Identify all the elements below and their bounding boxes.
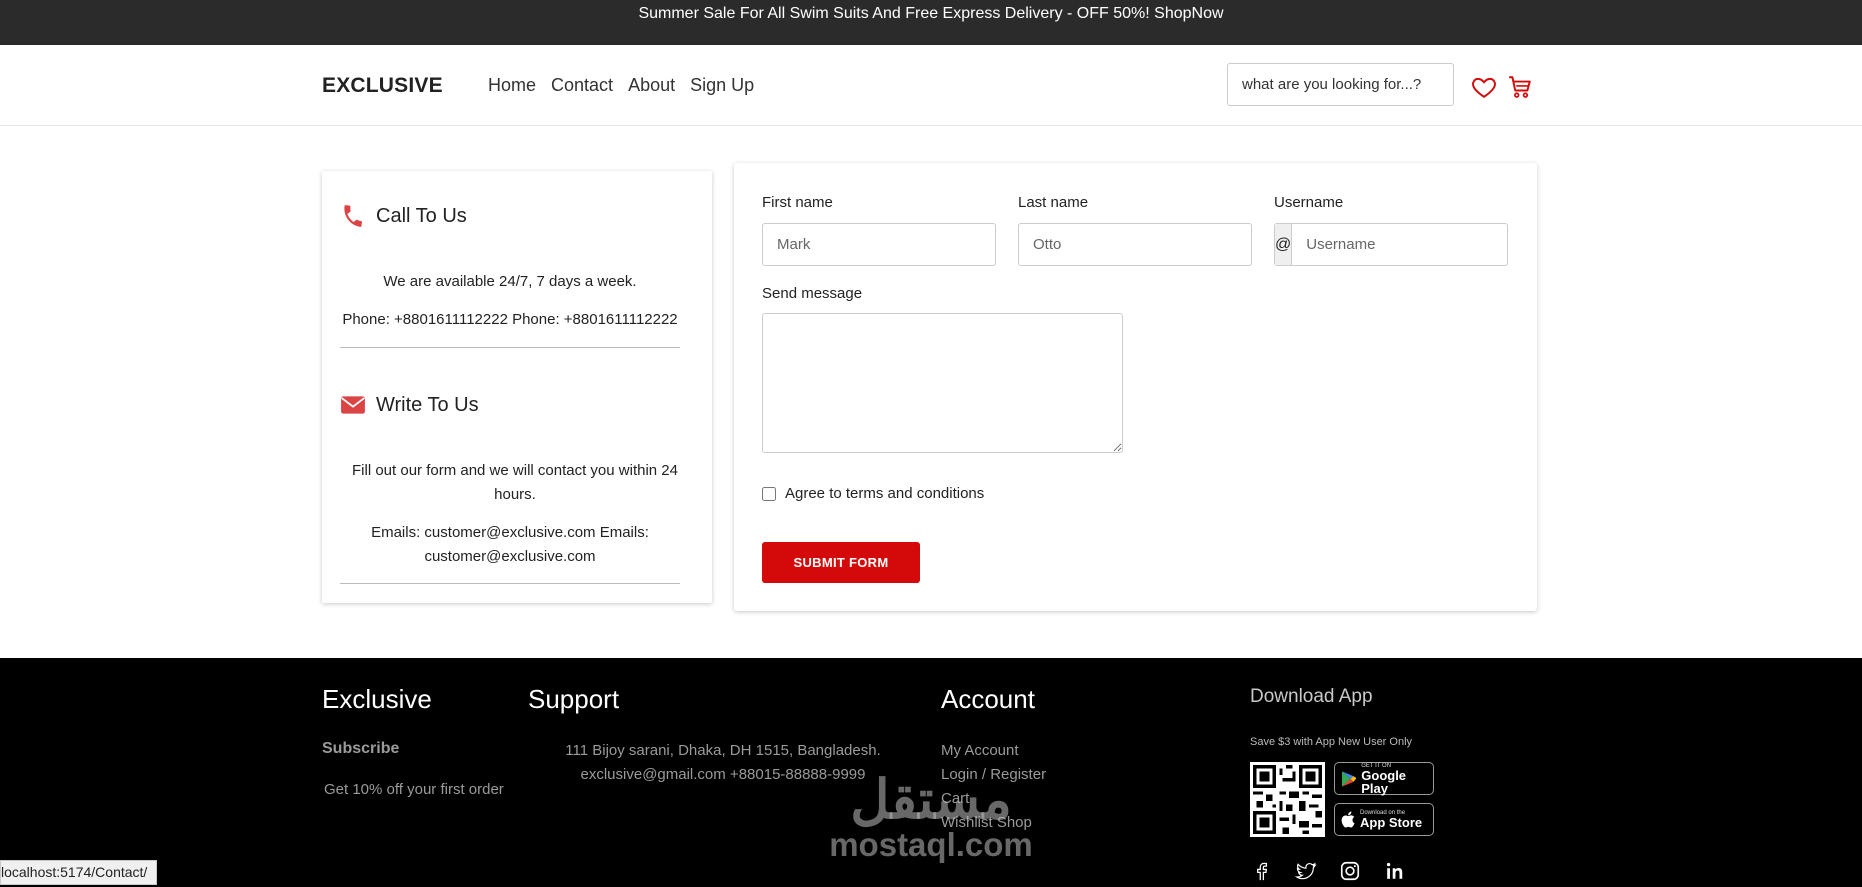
nav-contact[interactable]: Contact — [551, 75, 613, 96]
message-textarea[interactable] — [762, 313, 1123, 453]
site-logo[interactable]: EXCLUSIVE — [322, 74, 443, 98]
username-label: Username — [1274, 194, 1344, 211]
username-field[interactable] — [1292, 224, 1520, 265]
browser-status-url: localhost:5174/Contact/ — [0, 860, 158, 885]
site-header: EXCLUSIVE Home Contact About Sign Up — [0, 45, 1862, 126]
footer-support-title: Support — [528, 684, 620, 714]
first-name-label: First name — [762, 194, 833, 211]
nav-sign-up[interactable]: Sign Up — [690, 75, 754, 96]
footer-address: 111 Bijoy sarani, Dhaka, DH 1515, Bangla… — [565, 742, 881, 759]
download-app-title: Download App — [1250, 686, 1373, 707]
first-name-field[interactable] — [762, 223, 996, 266]
google-play-icon — [1341, 770, 1357, 787]
search-input[interactable] — [1227, 63, 1454, 106]
agree-label: Agree to terms and conditions — [785, 485, 985, 502]
call-availability-text: We are available 24/7, 7 days a week. — [383, 273, 637, 290]
write-section-title: Write To Us — [340, 392, 479, 418]
footer-account-title: Account — [941, 684, 1035, 714]
instagram-icon[interactable] — [1339, 860, 1361, 882]
last-name-label: Last name — [1018, 194, 1089, 211]
apple-icon — [1341, 811, 1355, 828]
phone-icon — [344, 205, 362, 227]
footer-link-my-account[interactable]: My Account — [941, 739, 1019, 763]
agree-terms[interactable]: Agree to terms and conditions — [762, 485, 984, 502]
main-nav: Home Contact About Sign Up — [488, 75, 754, 96]
envelope-icon — [341, 396, 365, 414]
last-name-field[interactable] — [1018, 223, 1252, 266]
call-section-title: Call To Us — [340, 203, 467, 229]
call-title-text: Call To Us — [376, 204, 467, 227]
write-title-text: Write To Us — [376, 393, 479, 416]
facebook-icon[interactable] — [1251, 860, 1273, 882]
username-prefix: @ — [1275, 224, 1293, 265]
watermark: مستقل mostaql.com — [816, 770, 1046, 863]
app-store-big-text: App Store — [1360, 815, 1423, 830]
linkedin-icon[interactable] — [1384, 860, 1406, 882]
cart-icon[interactable] — [1507, 74, 1533, 100]
divider — [340, 347, 680, 348]
heart-icon[interactable] — [1471, 74, 1497, 100]
google-play-button[interactable]: GET IT ON Google Play — [1334, 762, 1434, 795]
app-store-button[interactable]: Download on the App Store — [1334, 803, 1434, 836]
nav-about[interactable]: About — [628, 75, 675, 96]
call-phone-text: Phone: +8801611112222 Phone: +8801611112… — [342, 311, 678, 328]
contact-info-card: Call To Us We are available 24/7, 7 days… — [322, 171, 712, 603]
username-input-group: @ — [1274, 223, 1520, 266]
download-app-note: Save $3 with App New User Only — [1250, 736, 1413, 748]
watermark-latin: mostaql.com — [829, 826, 1033, 863]
twitter-icon[interactable] — [1295, 860, 1317, 882]
footer-subscribe-text: Get 10% off your first order — [324, 781, 504, 798]
contact-form-card: First name Last name Username @ Send mes… — [734, 163, 1537, 611]
divider — [340, 583, 680, 584]
submit-form-button[interactable]: SUBMIT FORM — [762, 542, 920, 583]
write-emails-text: Emails: customer@exclusive.com Emails: c… — [371, 524, 649, 565]
qr-code-icon[interactable] — [1250, 762, 1325, 837]
nav-home[interactable]: Home — [488, 75, 536, 96]
write-description-text: Fill out our form and we will contact yo… — [352, 462, 678, 503]
announcement-text: Summer Sale For All Swim Suits And Free … — [638, 5, 1224, 22]
announcement-bar: Summer Sale For All Swim Suits And Free … — [0, 0, 1862, 45]
watermark-arabic: مستقل — [850, 770, 1012, 830]
google-play-big-text: Google Play — [1361, 767, 1407, 796]
footer-exclusive-title: Exclusive — [322, 684, 432, 714]
message-label: Send message — [762, 285, 863, 302]
footer-subscribe-label[interactable]: Subscribe — [322, 740, 399, 758]
agree-checkbox[interactable] — [762, 486, 776, 501]
